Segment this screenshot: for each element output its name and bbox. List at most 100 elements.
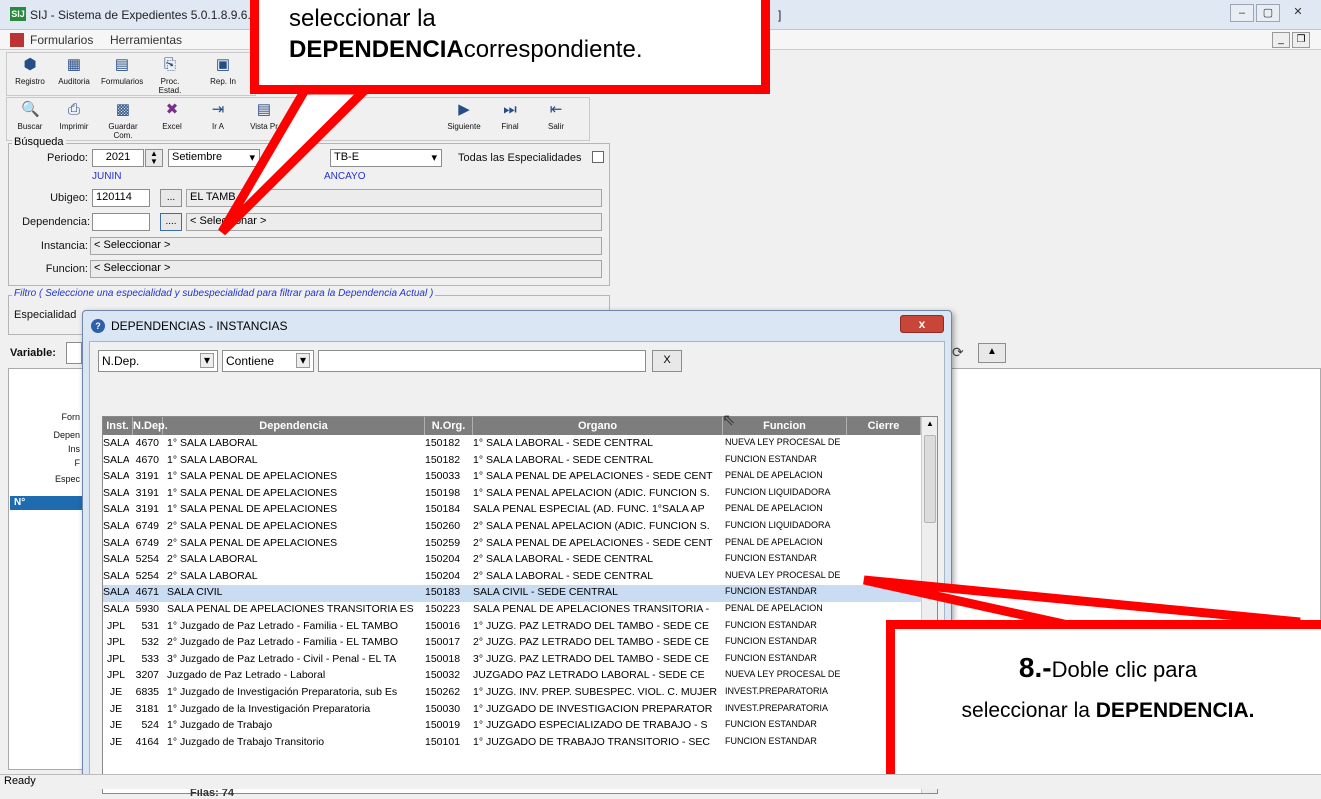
- chevron-down-icon: ▾: [431, 152, 437, 164]
- table-row[interactable]: SALA 4671 SALA CIVIL 150183 SALA CIVIL - SED…: [103, 585, 921, 602]
- col-ndep[interactable]: N.Dep.: [133, 417, 168, 435]
- imprimir-button[interactable]: ⎙ Imprimir: [53, 101, 95, 131]
- table-row[interactable]: SALA 4670 1° SALA LABORAL 150182 1° SALA LAB…: [103, 453, 921, 470]
- save-icon: ▩: [115, 101, 131, 118]
- buscar-button[interactable]: 🔍 Buscar: [9, 101, 51, 131]
- cell-funcion: FUNCION ESTANDAR: [725, 453, 817, 464]
- table-row[interactable]: JE 524 1° Juzgado de Trabajo 150019 1° JUZGA…: [103, 718, 921, 735]
- maximize-icon[interactable]: ▢: [1256, 4, 1280, 22]
- auditoria-icon: ▦: [66, 56, 82, 73]
- table-row[interactable]: JE 4164 1° Juzgado de Trabajo Transitorio 1…: [103, 735, 921, 752]
- exit-icon: ⇤: [549, 101, 563, 118]
- minimize-icon[interactable]: –: [1230, 4, 1254, 22]
- cell-dependencia: 2° SALA PENAL DE APELACIONES: [167, 520, 338, 532]
- cell-funcion: INVEST.PREPARATORIA: [725, 686, 829, 696]
- cell-dependencia: Juzgado de Paz Letrado - Laboral: [167, 669, 326, 682]
- cell-organo: 1° JUZGADO DE TRABAJO TRANSITORIO - SEC: [473, 735, 710, 748]
- scroll-thumb[interactable]: [924, 435, 936, 523]
- registro-button[interactable]: ⬢ Registro: [9, 56, 51, 86]
- cell-norg: 150260: [425, 520, 461, 532]
- table-row[interactable]: SALA 6749 2° SALA PENAL DE APELACIONES 1502…: [103, 519, 921, 536]
- table-row[interactable]: JPL 533 3° Juzgado de Paz Letrado - Civil …: [103, 652, 921, 669]
- scroll-up-button[interactable]: ▲: [978, 343, 1006, 363]
- col-organo[interactable]: Organo: [473, 417, 723, 435]
- cell-ndep: 3181: [135, 702, 159, 715]
- formularios-button[interactable]: ▤ Formularios: [101, 56, 143, 86]
- table-row[interactable]: SALA 5254 2° SALA LABORAL 150204 2° SALA LAB…: [103, 552, 921, 569]
- callout-bottom-text1: Doble clic para: [1051, 657, 1198, 682]
- col-inst[interactable]: Inst.: [103, 417, 133, 435]
- field-select[interactable]: N.Dep. ▾: [98, 350, 218, 372]
- callout-top-rest: correspondiente.: [463, 36, 643, 63]
- menu-herramientas[interactable]: Herramientas: [110, 33, 182, 47]
- cell-norg: 150016: [425, 619, 461, 632]
- side-label-forn: Forn: [61, 412, 80, 422]
- col-funcion[interactable]: Funcion: [723, 417, 847, 435]
- cell-norg: 150101: [425, 735, 461, 748]
- dependencia-input[interactable]: [92, 213, 150, 231]
- excel-button[interactable]: ✖ Excel: [151, 101, 193, 131]
- final-button[interactable]: ⏭ Final: [489, 101, 531, 131]
- auditoria-button[interactable]: ▦ Auditoria: [53, 56, 95, 86]
- cell-dependencia: 2° SALA LABORAL: [167, 569, 258, 582]
- menu-formularios[interactable]: Formularios: [30, 33, 93, 47]
- table-row[interactable]: SALA 5930 SALA PENAL DE APELACIONES TRANSI…: [103, 602, 921, 619]
- cell-ndep: 524: [141, 719, 159, 732]
- proc-estad-button[interactable]: ⎘ Proc. Estad.: [149, 56, 191, 95]
- side-label-depen: Depen: [53, 430, 80, 440]
- cell-ndep: 3207: [135, 669, 159, 682]
- excel-icon: ✖: [165, 101, 179, 118]
- table-row[interactable]: SALA 3191 1° SALA PENAL DE APELACIONES 1501…: [103, 486, 921, 503]
- cell-ndep: 532: [141, 636, 159, 649]
- table-row[interactable]: SALA 6749 2° SALA PENAL DE APELACIONES 1502…: [103, 536, 921, 553]
- ubigeo-label: Ubigeo:: [50, 192, 88, 204]
- cell-funcion: PENAL DE APELACION: [725, 603, 823, 613]
- mdi-minimize-icon[interactable]: _: [1272, 32, 1290, 48]
- table-row[interactable]: JPL 531 1° Juzgado de Paz Letrado - Famili…: [103, 619, 921, 636]
- cell-ndep: 6749: [135, 520, 159, 532]
- table-row[interactable]: JE 6835 1° Juzgado de Investigación Prepar…: [103, 685, 921, 702]
- table-row[interactable]: JE 3181 1° Juzgado de la Investigación Pre…: [103, 702, 921, 719]
- mdi-restore-icon[interactable]: ❐: [1292, 32, 1310, 48]
- cell-ndep: 5254: [135, 553, 159, 566]
- guardar-button[interactable]: ▩ Guardar Com.: [99, 101, 147, 140]
- dialog-close-button[interactable]: x: [900, 315, 944, 333]
- operator-select[interactable]: Contiene ▾: [222, 350, 314, 372]
- cell-ndep: 5254: [135, 569, 159, 582]
- search-icon: 🔍: [21, 101, 40, 118]
- year-input[interactable]: 2021: [92, 149, 144, 167]
- table-row[interactable]: SALA 5254 2° SALA LABORAL 150204 2° SALA LAB…: [103, 569, 921, 586]
- todas-checkbox[interactable]: [592, 151, 604, 163]
- table-row[interactable]: SALA 4670 1° SALA LABORAL 150182 1° SALA LAB…: [103, 436, 921, 453]
- cell-norg: 150182: [425, 453, 461, 466]
- funcion-value[interactable]: < Seleccionar >: [90, 260, 602, 278]
- mdi-icon: [10, 33, 24, 47]
- dependencia-browse-button[interactable]: ....: [160, 213, 182, 231]
- refresh-icon[interactable]: ⟳: [952, 344, 972, 364]
- year-spinner[interactable]: ▲ ▼: [145, 149, 163, 167]
- col-norg[interactable]: N.Org.: [425, 417, 473, 435]
- table-row[interactable]: SALA 3191 1° SALA PENAL DE APELACIONES 1501…: [103, 502, 921, 519]
- imprimir-label: Imprimir: [59, 122, 89, 131]
- cell-organo: 2° JUZG. PAZ LETRADO DEL TAMBO - SEDE CE: [473, 636, 710, 649]
- printer-icon: ⎙: [67, 101, 80, 118]
- cell-dependencia: SALA CIVIL: [167, 586, 223, 599]
- cell-inst: JE: [109, 702, 123, 715]
- variable-input[interactable]: [66, 342, 82, 364]
- clear-search-button[interactable]: X: [652, 350, 682, 372]
- ubigeo-browse-button[interactable]: ...: [160, 189, 182, 207]
- ubigeo-input[interactable]: 120114: [92, 189, 150, 207]
- callout-bottom-num: 8.-: [1018, 652, 1052, 683]
- col-dependencia[interactable]: Dependencia: [163, 417, 425, 435]
- table-row[interactable]: JPL 3207 Juzgado de Paz Letrado - Laboral 1…: [103, 668, 921, 685]
- search-input[interactable]: [318, 350, 646, 372]
- close-icon[interactable]: ✕: [1286, 4, 1310, 22]
- app-icon: SIJ: [10, 7, 26, 21]
- table-row[interactable]: SALA 3191 1° SALA PENAL DE APELACIONES 1500…: [103, 469, 921, 486]
- col-cierre[interactable]: Cierre: [847, 417, 921, 435]
- salir-button[interactable]: ⇤ Salir: [535, 101, 577, 131]
- cell-inst: SALA: [103, 503, 129, 516]
- scroll-up-icon[interactable]: ▲: [924, 419, 936, 431]
- table-row[interactable]: JPL 532 2° Juzgado de Paz Letrado - Famili…: [103, 635, 921, 652]
- siguiente-button[interactable]: ▶ Siguiente: [443, 101, 485, 131]
